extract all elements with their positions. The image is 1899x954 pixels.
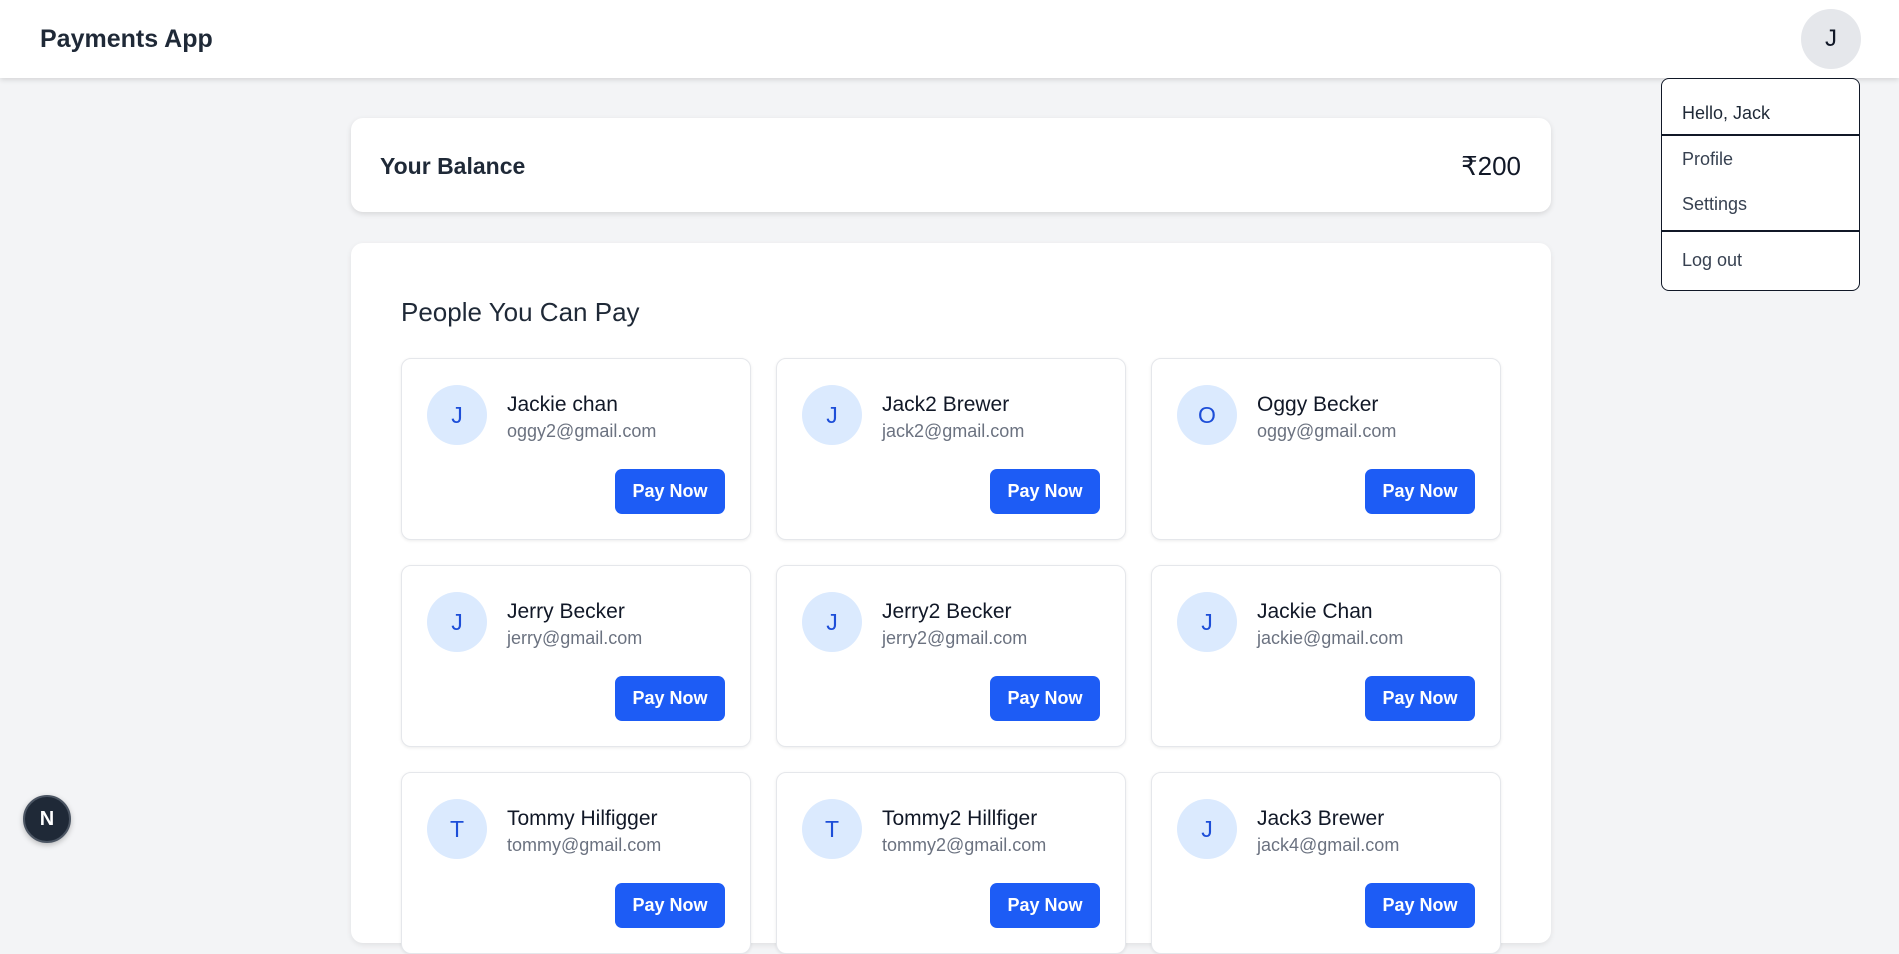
- pay-now-button[interactable]: Pay Now: [615, 469, 725, 514]
- person-email: oggy@gmail.com: [1257, 421, 1397, 441]
- person-name: Tommy Hilfigger: [507, 807, 658, 830]
- person-card: J Jerry2 Becker jerry2@gmail.com Pay Now: [776, 565, 1126, 747]
- pay-now-button[interactable]: Pay Now: [615, 676, 725, 721]
- pay-now-button[interactable]: Pay Now: [1365, 676, 1475, 721]
- balance-card: Your Balance ₹200: [351, 118, 1551, 212]
- person-card: T Tommy Hilfigger tommy@gmail.com Pay Now: [401, 772, 751, 954]
- person-email: jack4@gmail.com: [1257, 835, 1400, 855]
- menu-item-settings[interactable]: Settings: [1682, 194, 1747, 215]
- user-dropdown-menu: Hello, Jack Profile Settings Log out: [1661, 78, 1860, 291]
- person-card: J Jack2 Brewer jack2@gmail.com Pay Now: [776, 358, 1126, 540]
- balance-label: Your Balance: [380, 153, 526, 179]
- person-avatar: J: [1177, 592, 1237, 652]
- person-card: J Jackie chan oggy2@gmail.com Pay Now: [401, 358, 751, 540]
- person-card: J Jerry Becker jerry@gmail.com Pay Now: [401, 565, 751, 747]
- person-email: jerry@gmail.com: [507, 628, 643, 648]
- pay-now-button[interactable]: Pay Now: [990, 469, 1100, 514]
- person-avatar: J: [802, 592, 862, 652]
- pay-now-button[interactable]: Pay Now: [1365, 469, 1475, 514]
- user-avatar-button[interactable]: J: [1801, 9, 1861, 69]
- person-avatar: J: [427, 385, 487, 445]
- person-avatar: J: [802, 385, 862, 445]
- person-card: O Oggy Becker oggy@gmail.com Pay Now: [1151, 358, 1501, 540]
- person-email: jack2@gmail.com: [882, 421, 1025, 441]
- people-grid: J Jackie chan oggy2@gmail.com Pay Now J Jack2…: [401, 358, 1501, 954]
- person-email: jerry2@gmail.com: [882, 628, 1028, 648]
- person-name: Oggy Becker: [1257, 393, 1379, 416]
- menu-divider: [1662, 134, 1859, 136]
- person-email: oggy2@gmail.com: [507, 421, 657, 441]
- section-title: People You Can Pay: [401, 297, 640, 327]
- user-greeting: Hello, Jack: [1682, 103, 1771, 123]
- people-section: People You Can Pay J Jackie chan oggy2@gma…: [351, 243, 1551, 954]
- person-avatar: T: [427, 799, 487, 859]
- person-card: J Jack3 Brewer jack4@gmail.com Pay Now: [1151, 772, 1501, 954]
- top-navbar: Payments App J: [0, 0, 1899, 78]
- person-card: J Jackie Chan jackie@gmail.com Pay Now: [1151, 565, 1501, 747]
- person-avatar: O: [1177, 385, 1237, 445]
- menu-item-profile[interactable]: Profile: [1682, 149, 1733, 170]
- next-dev-badge[interactable]: N: [23, 795, 71, 843]
- pay-now-button[interactable]: Pay Now: [990, 883, 1100, 928]
- app-title: Payments App: [40, 25, 213, 53]
- person-name: Jackie Chan: [1257, 600, 1373, 623]
- pay-now-button[interactable]: Pay Now: [1365, 883, 1475, 928]
- person-card: T Tommy2 Hillfiger tommy2@gmail.com Pay Now: [776, 772, 1126, 954]
- person-name: Jack3 Brewer: [1257, 807, 1385, 830]
- menu-item-logout[interactable]: Log out: [1682, 250, 1742, 271]
- balance-amount: ₹200: [1461, 151, 1521, 181]
- menu-divider: [1662, 230, 1859, 232]
- person-name: Jerry Becker: [507, 600, 625, 623]
- pay-now-button[interactable]: Pay Now: [990, 676, 1100, 721]
- pay-now-button[interactable]: Pay Now: [615, 883, 725, 928]
- person-name: Jackie chan: [507, 393, 618, 416]
- person-email: tommy2@gmail.com: [882, 835, 1047, 855]
- person-avatar: J: [1177, 799, 1237, 859]
- person-name: Tommy2 Hillfiger: [882, 807, 1038, 830]
- person-email: jackie@gmail.com: [1257, 628, 1404, 648]
- person-avatar: J: [427, 592, 487, 652]
- person-avatar: T: [802, 799, 862, 859]
- person-name: Jack2 Brewer: [882, 393, 1010, 416]
- person-name: Jerry2 Becker: [882, 600, 1012, 623]
- person-email: tommy@gmail.com: [507, 835, 662, 855]
